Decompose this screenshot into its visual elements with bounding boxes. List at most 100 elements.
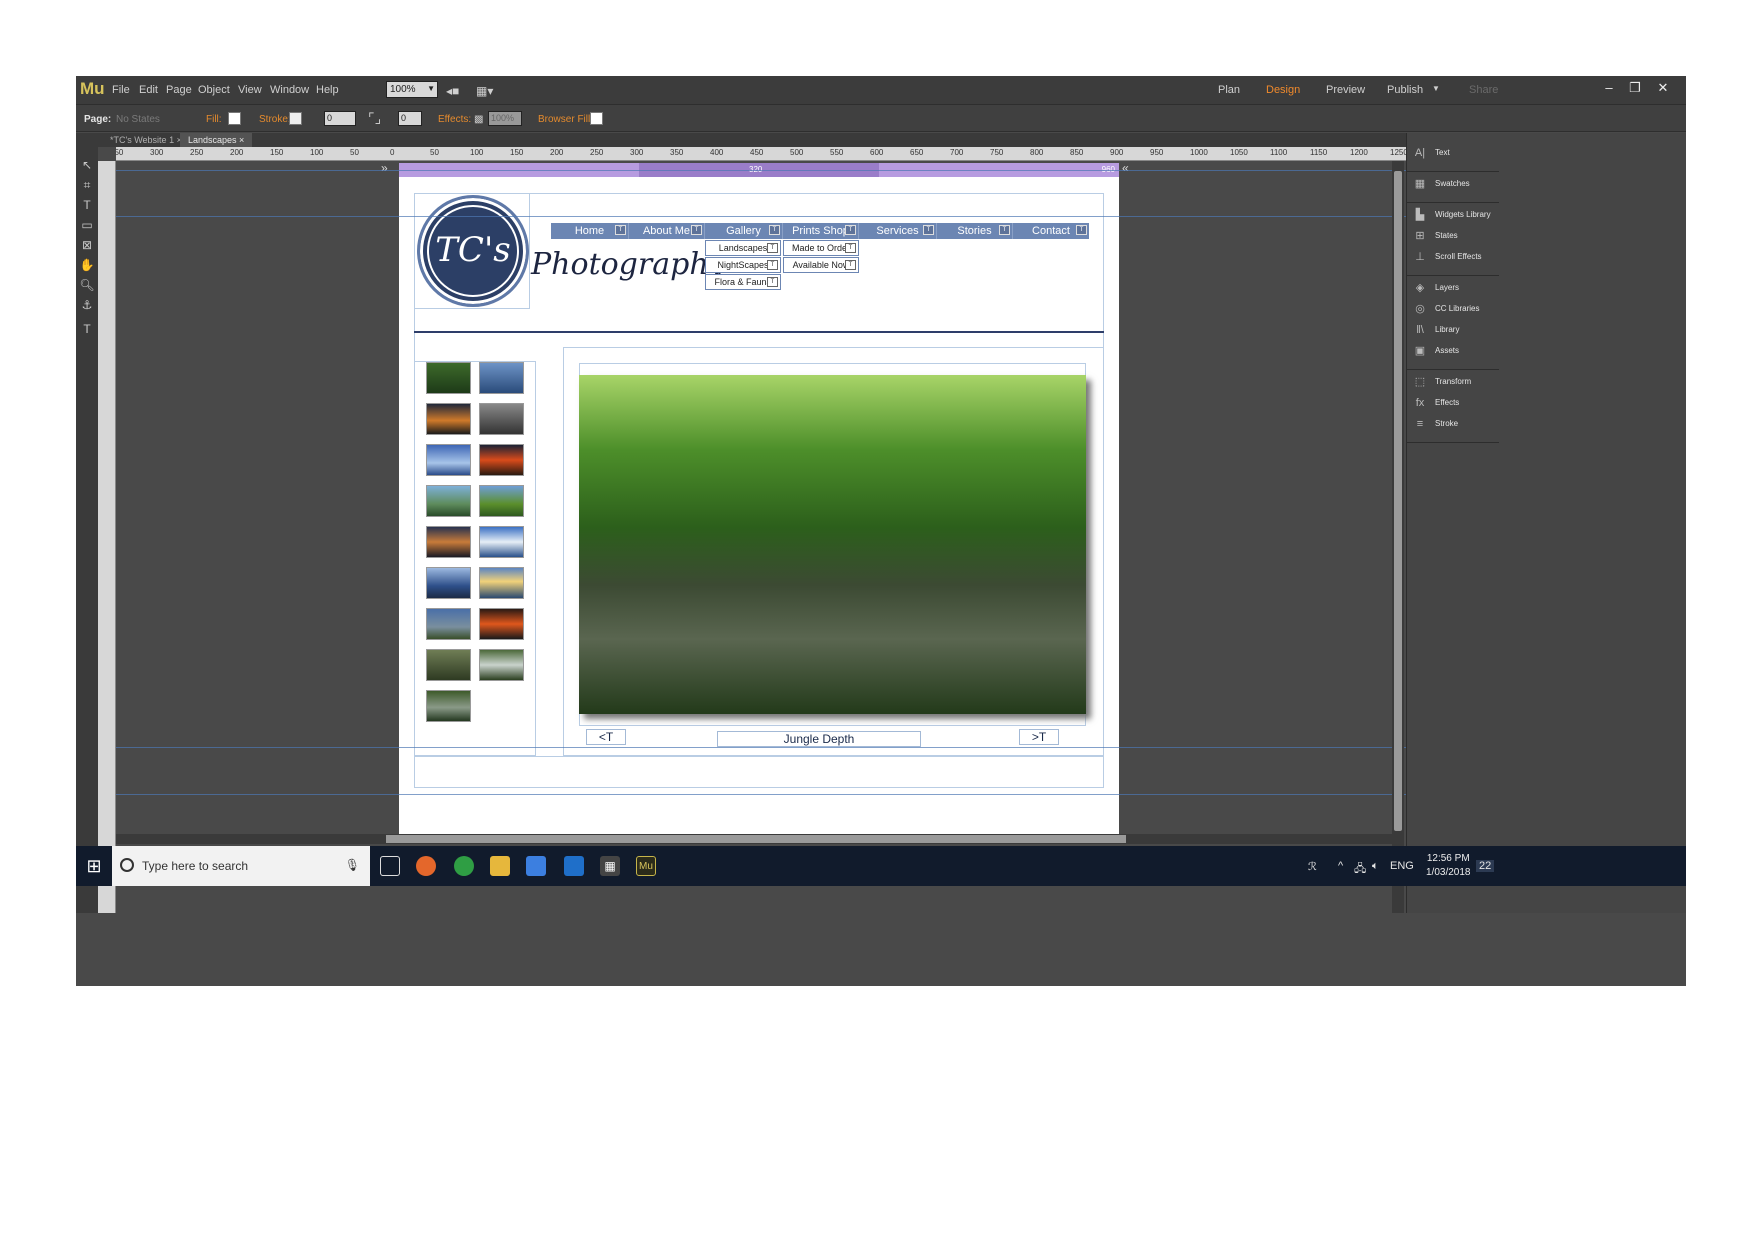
language-indicator[interactable]: ENG xyxy=(1390,860,1414,872)
logo-script-title[interactable]: Photography xyxy=(531,247,726,282)
menu-view[interactable]: View xyxy=(238,84,262,96)
panel-assets[interactable]: ▣ Assets xyxy=(1413,341,1459,361)
vertical-scrollbar[interactable] xyxy=(1392,161,1404,913)
stroke-swatch[interactable] xyxy=(289,112,302,125)
thumbnail-4[interactable] xyxy=(479,403,524,435)
next-button[interactable]: >T xyxy=(1019,729,1059,745)
nav-home[interactable]: Home T xyxy=(551,223,629,239)
previous-button[interactable]: <T xyxy=(586,729,626,745)
thumbnail-9[interactable] xyxy=(426,526,471,558)
thumbnail-16[interactable] xyxy=(479,649,524,681)
submenu-available-now[interactable]: Available Now T xyxy=(783,257,859,273)
muse-taskbar-icon[interactable]: Mu xyxy=(636,856,656,876)
scroll-thumb[interactable] xyxy=(386,835,1126,843)
nav-prints-shop[interactable]: Prints Shop T xyxy=(783,223,859,239)
text-style-icon[interactable]: T xyxy=(79,321,95,337)
states-select[interactable]: No States xyxy=(116,114,160,125)
tab-website[interactable]: *TC's Website 1 × xyxy=(102,133,190,147)
panel-widgets-library[interactable]: ▙ Widgets Library xyxy=(1413,205,1491,225)
outlook-icon[interactable] xyxy=(564,856,584,876)
design-canvas[interactable]: 320 960 » « TC's Photography HomeT About… xyxy=(116,161,1466,913)
panel-swatches[interactable]: ▦ Swatches xyxy=(1413,174,1470,194)
thumbnail-11[interactable] xyxy=(426,567,471,599)
preview-page-icon[interactable]: ◂■ xyxy=(446,84,459,98)
system-clock[interactable]: 12:56 PM 1/03/2018 xyxy=(1426,852,1471,880)
double-chevron-right-icon[interactable]: » xyxy=(381,161,388,175)
browser-fill-swatch[interactable] xyxy=(590,112,603,125)
fill-swatch[interactable] xyxy=(228,112,241,125)
thumbnail-6[interactable] xyxy=(479,444,524,476)
zoom-select[interactable]: 100% ▼ xyxy=(386,81,438,98)
guide-line[interactable] xyxy=(116,216,1466,217)
menu-file[interactable]: File xyxy=(112,84,130,96)
nav-about-me[interactable]: About Me T xyxy=(629,223,705,239)
selection-tool-icon[interactable]: ↖ xyxy=(79,157,95,173)
crop-tool-icon[interactable]: ⌗ xyxy=(79,177,95,193)
workspace-design[interactable]: Design xyxy=(1266,84,1300,96)
corner-radius-field[interactable]: 0 xyxy=(398,111,422,126)
thumbnail-10[interactable] xyxy=(479,526,524,558)
scroll-thumb[interactable] xyxy=(1394,171,1402,831)
anchor-icon[interactable]: ⚓︎ xyxy=(79,297,95,313)
thumbnail-1[interactable] xyxy=(426,362,471,394)
corner-icon[interactable]: ⌜⌟ xyxy=(368,110,381,127)
taskbar-search[interactable]: Type here to search 🎙︎ xyxy=(112,846,370,886)
nav-stories[interactable]: Stories T xyxy=(937,223,1013,239)
submenu-flora-fauna[interactable]: Flora & Fauna T xyxy=(705,274,781,290)
thumbnail-17[interactable] xyxy=(426,690,471,722)
panel-text[interactable]: A| Text xyxy=(1413,143,1450,163)
menu-window[interactable]: Window xyxy=(270,84,309,96)
nav-services[interactable]: Services T xyxy=(859,223,937,239)
notifications-icon[interactable]: 22 xyxy=(1476,860,1495,872)
thumbnail-13[interactable] xyxy=(426,608,471,640)
rectangle-tool-icon[interactable]: ▭ xyxy=(79,217,95,233)
people-icon[interactable]: ℛ xyxy=(1308,860,1317,873)
chevron-up-icon[interactable]: ^ xyxy=(1338,860,1343,872)
panel-states[interactable]: ⊞ States xyxy=(1413,226,1457,246)
network-icon[interactable]: 🖧︎ xyxy=(1354,860,1366,879)
workspace-share[interactable]: Share xyxy=(1469,84,1498,96)
panel-library[interactable]: ‖\ Library xyxy=(1413,320,1459,340)
panel-layers[interactable]: ◈ Layers xyxy=(1413,278,1459,298)
menu-object[interactable]: Object xyxy=(198,84,230,96)
main-photo[interactable] xyxy=(579,375,1086,714)
guide-line[interactable] xyxy=(116,747,1466,748)
caption-field[interactable]: Jungle Depth xyxy=(717,731,921,747)
chrome-icon[interactable] xyxy=(454,856,474,876)
thumbnail-12[interactable] xyxy=(479,567,524,599)
restore-button[interactable]: ❐ xyxy=(1622,78,1648,98)
thumbnail-8[interactable] xyxy=(479,485,524,517)
guide-line[interactable] xyxy=(116,170,1466,171)
nav-gallery[interactable]: Gallery T xyxy=(705,223,783,239)
store-icon[interactable] xyxy=(526,856,546,876)
panel-scroll-effects[interactable]: ⊥ Scroll Effects xyxy=(1413,247,1481,267)
stroke-width-field[interactable]: 0 xyxy=(324,111,356,126)
submenu-made-to-order[interactable]: Made to Order T xyxy=(783,240,859,256)
panel-cc-libraries[interactable]: ◎ CC Libraries xyxy=(1413,299,1479,319)
close-button[interactable]: ✕ xyxy=(1650,78,1676,98)
menu-page[interactable]: Page xyxy=(166,84,192,96)
thumbnail-2[interactable] xyxy=(479,362,524,394)
windows-start-icon[interactable]: ⊞ xyxy=(76,846,112,886)
firefox-icon[interactable] xyxy=(416,856,436,876)
thumbnail-5[interactable] xyxy=(426,444,471,476)
hand-tool-icon[interactable]: ✋ xyxy=(79,257,95,273)
text-tool-icon[interactable]: T xyxy=(79,197,95,213)
effects-icon[interactable]: ▩ xyxy=(474,114,483,125)
page-canvas[interactable]: TC's Photography Home T About Me T Gallery… xyxy=(399,177,1119,840)
thumbnail-14[interactable] xyxy=(479,608,524,640)
image-frame-tool-icon[interactable]: ⊠ xyxy=(79,237,95,253)
panel-transform[interactable]: ⬚ Transform xyxy=(1413,372,1471,392)
opacity-field[interactable]: 100% xyxy=(488,111,522,126)
workspace-plan[interactable]: Plan xyxy=(1218,84,1240,96)
thumbnail-15[interactable] xyxy=(426,649,471,681)
thumbnail-7[interactable] xyxy=(426,485,471,517)
layout-icon[interactable]: ▦▾ xyxy=(476,84,493,98)
menu-edit[interactable]: Edit xyxy=(139,84,158,96)
horizontal-scrollbar[interactable] xyxy=(116,834,1392,844)
file-explorer-icon[interactable] xyxy=(490,856,510,876)
thumbnail-3[interactable] xyxy=(426,403,471,435)
menu-help[interactable]: Help xyxy=(316,84,339,96)
workspace-publish[interactable]: Publish xyxy=(1387,84,1423,96)
task-view-icon[interactable] xyxy=(380,856,400,876)
